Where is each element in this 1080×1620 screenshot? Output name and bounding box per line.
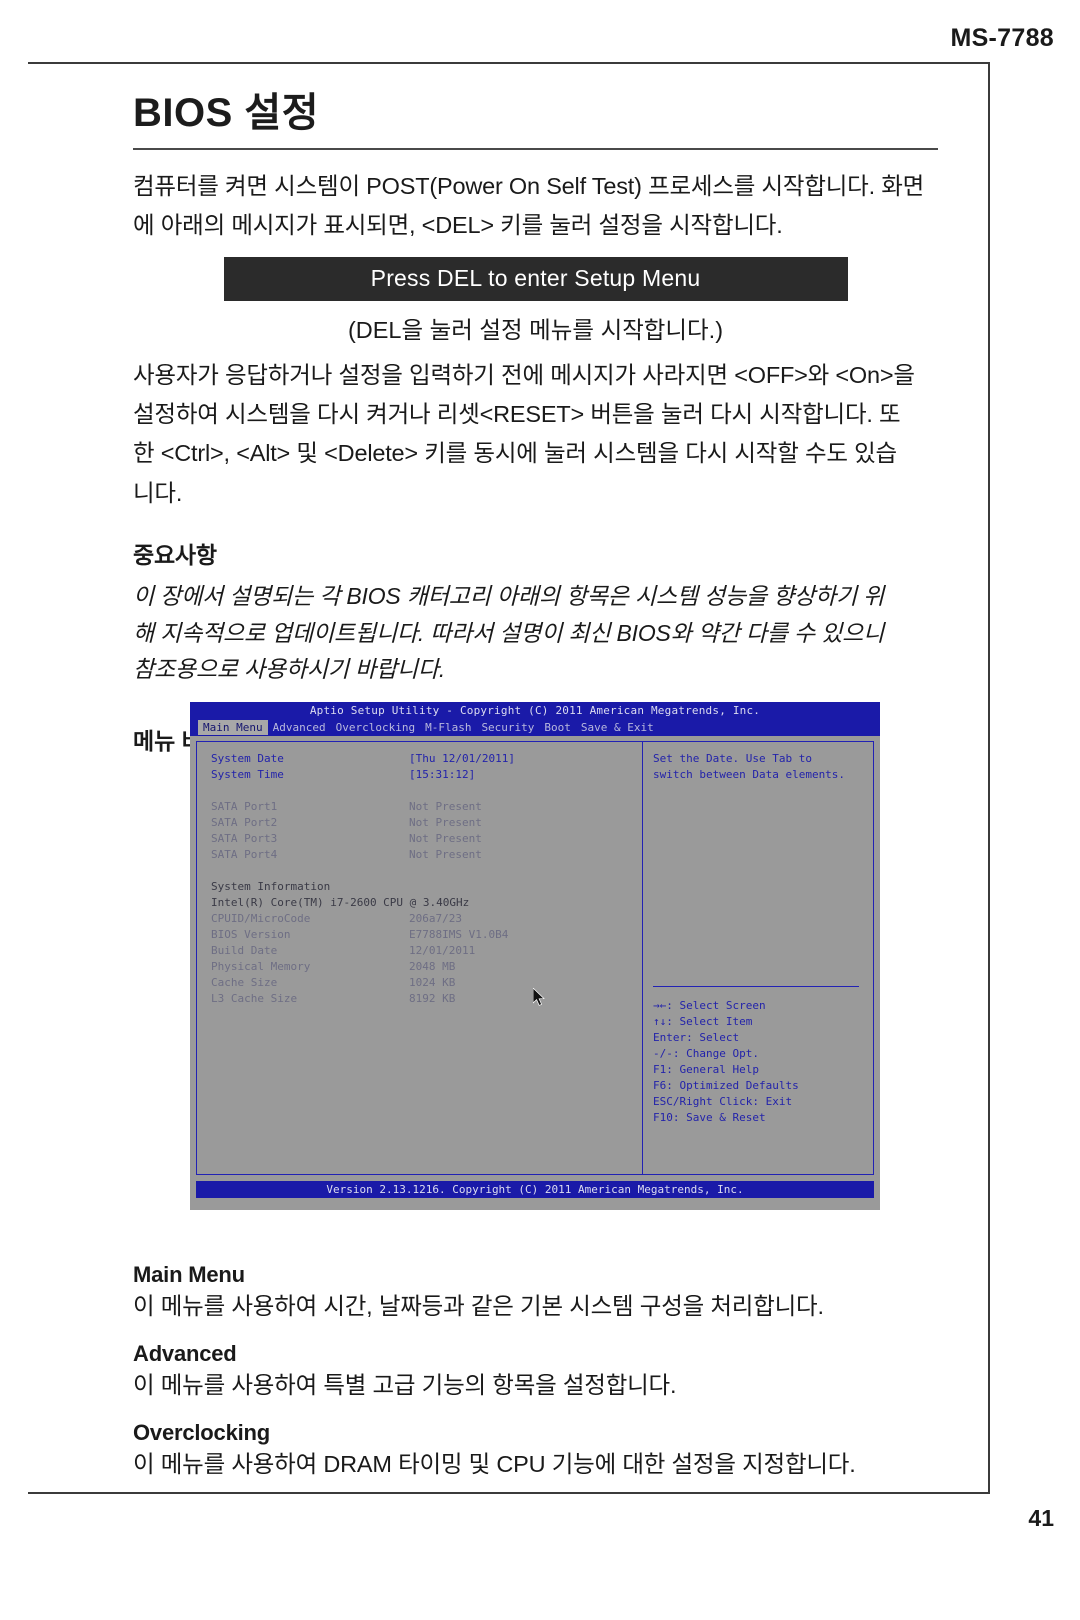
legend-optimized-defaults: F6: Optimized Defaults <box>653 1079 799 1092</box>
bios-version-value: E7788IMS V1.0B4 <box>409 928 509 941</box>
definition-heading-main-menu: Main Menu <box>133 1262 245 1287</box>
info-row-l3-cache-size: L3 Cache Size 8192 KB <box>211 991 642 1007</box>
legend-select-item: ↑↓: Select Item <box>653 1015 753 1028</box>
sata-port2-label: SATA Port2 <box>211 816 278 829</box>
system-date-value[interactable]: [Thu 12/01/2011] <box>409 751 515 767</box>
definition-main-menu: Main Menu 이 메뉴를 사용하여 시간, 날짜등과 같은 기본 시스템 … <box>133 1262 938 1323</box>
legend-separator <box>653 986 859 987</box>
system-time-value[interactable]: [15:31:12] <box>409 767 475 783</box>
header-rule <box>28 62 990 64</box>
legend-save-and-reset: F10: Save & Reset <box>653 1111 766 1124</box>
intro-paragraph-line-2: 에 아래의 메시지가 표시되면, <DEL> 키를 눌러 설정을 시작합니다. <box>133 212 783 239</box>
system-information-heading: System Information <box>211 880 331 893</box>
system-date-label: System Date <box>211 752 284 765</box>
sata-port3-value: Not Present <box>409 832 482 845</box>
info-row-cache-size: Cache Size 1024 KB <box>211 975 642 991</box>
sata-port1-label: SATA Port1 <box>211 800 278 813</box>
l3-cache-size-label: L3 Cache Size <box>211 992 298 1005</box>
help-text-line-2: switch between Data elements. <box>653 768 846 781</box>
legend-change-opt: -/-: Change Opt. <box>653 1047 759 1060</box>
info-row-build-date: Build Date 12/01/2011 <box>211 943 642 959</box>
sata-port1-value: Not Present <box>409 800 482 813</box>
definition-advanced: Advanced 이 메뉴를 사용하여 특별 고급 기능의 항목을 설정합니다. <box>133 1341 938 1402</box>
page-title: BIOS 설정 <box>133 91 320 135</box>
bios-panes: System Date [Thu 12/01/2011] System Time… <box>196 741 874 1175</box>
build-date-value: 12/01/2011 <box>409 944 476 957</box>
menu-definitions: Main Menu 이 메뉴를 사용하여 시간, 날짜등과 같은 기본 시스템 … <box>133 1262 938 1499</box>
tab-advanced[interactable]: Advanced <box>268 720 331 735</box>
bios-help-pane: Set the Date. Use Tab to switch between … <box>643 742 873 1174</box>
build-date-label: Build Date <box>211 944 278 957</box>
tab-m-flash[interactable]: M-Flash <box>420 720 476 735</box>
setting-row-sata-port1[interactable]: SATA Port1 Not Present <box>211 799 642 815</box>
physical-memory-label: Physical Memory <box>211 960 311 973</box>
important-note-line-3: 참조용으로 사용하시기 바랍니다. <box>133 656 446 683</box>
sata-port3-label: SATA Port3 <box>211 832 278 845</box>
setting-row-sata-port3[interactable]: SATA Port3 Not Present <box>211 831 642 847</box>
definition-heading-overclocking: Overclocking <box>133 1419 270 1445</box>
row-spacer-2 <box>211 863 642 879</box>
second-paragraph-line-3: 한 <Ctrl>, <Alt> 및 <Delete> 키를 동시에 눌러 시스템… <box>133 440 897 467</box>
cpuid-microcode-label: CPUID/MicroCode <box>211 912 311 925</box>
intro-paragraph-line-1: 컴퓨터를 켜면 시스템이 POST(Power On Self Test) 프로… <box>133 173 925 199</box>
row-spacer-1 <box>211 783 642 799</box>
important-heading: 중요사항 <box>133 542 217 569</box>
bios-version-label: BIOS Version <box>211 928 291 941</box>
tab-security[interactable]: Security <box>476 720 539 735</box>
sata-port4-value: Not Present <box>409 848 482 861</box>
info-row-bios-version: BIOS Version E7788IMS V1.0B4 <box>211 927 642 943</box>
help-text-line-1: Set the Date. Use Tab to <box>653 752 812 765</box>
important-note-line-2: 해 지속적으로 업데이트됩니다. 따라서 설명이 최신 BIOS와 약간 다를 … <box>133 619 885 646</box>
legend-general-help: F1: General Help <box>653 1063 759 1076</box>
definition-text-advanced: 이 메뉴를 사용하여 특별 고급 기능의 항목을 설정합니다. <box>133 1371 677 1398</box>
definition-overclocking: Overclocking 이 메뉴를 사용하여 DRAM 타이밍 및 CPU 기… <box>133 1420 938 1481</box>
second-paragraph-line-2: 설정하여 시스템을 다시 켜거나 리셋<RESET> 버튼을 눌러 다시 시작합… <box>133 401 901 428</box>
cpu-model-name: Intel(R) Core(TM) i7-2600 CPU @ 3.40GHz <box>211 896 470 909</box>
definition-text-main-menu: 이 메뉴를 사용하여 시간, 날짜등과 같은 기본 시스템 구성을 처리합니다. <box>133 1293 824 1319</box>
legend-select-screen: →←: Select Screen <box>653 999 766 1012</box>
cpuid-microcode-value: 206a7/23 <box>409 912 462 925</box>
definition-text-overclocking: 이 메뉴를 사용하여 DRAM 타이밍 및 CPU 기능에 대한 설정을 지정합… <box>133 1450 856 1477</box>
bios-screenshot-figure: Aptio Setup Utility - Copyright (C) 2011… <box>190 702 880 1210</box>
l3-cache-size-value: 8192 KB <box>409 992 456 1005</box>
bios-footer-bar: Version 2.13.1216. Copyright (C) 2011 Am… <box>196 1181 874 1198</box>
bios-title-bar: Aptio Setup Utility - Copyright (C) 2011… <box>190 702 880 719</box>
setting-row-system-date[interactable]: System Date [Thu 12/01/2011] <box>211 751 642 767</box>
right-margin-rule <box>988 62 990 1492</box>
tab-main-menu[interactable]: Main Menu <box>198 720 268 735</box>
sata-port4-label: SATA Port4 <box>211 848 278 861</box>
cache-size-value: 1024 KB <box>409 976 456 989</box>
bios-body: System Date [Thu 12/01/2011] System Time… <box>190 736 880 1210</box>
bios-key-legend: →←: Select Screen ↑↓: Select Item Enter:… <box>653 986 867 1126</box>
content-column: BIOS 설정 컴퓨터를 켜면 시스템이 POST(Power On Self … <box>133 92 938 756</box>
mouse-cursor-icon <box>533 988 545 1006</box>
physical-memory-value: 2048 MB <box>409 960 456 973</box>
legend-exit: ESC/Right Click: Exit <box>653 1095 793 1108</box>
page-number: 41 <box>1028 1505 1054 1531</box>
press-del-banner: Press DEL to enter Setup Menu <box>223 256 848 301</box>
setting-row-sata-port4[interactable]: SATA Port4 Not Present <box>211 847 642 863</box>
tab-save-and-exit[interactable]: Save & Exit <box>576 720 659 735</box>
system-time-label: System Time <box>211 768 284 781</box>
cache-size-label: Cache Size <box>211 976 278 989</box>
title-underline <box>133 148 938 150</box>
setting-row-sata-port2[interactable]: SATA Port2 Not Present <box>211 815 642 831</box>
press-del-caption: (DEL을 눌러 설정 메뉴를 시작합니다.) <box>347 316 724 343</box>
second-paragraph-line-4: 니다. <box>133 479 183 506</box>
model-number: MS-7788 <box>950 24 1054 52</box>
info-row-cpuid-microcode: CPUID/MicroCode 206a7/23 <box>211 911 642 927</box>
second-paragraph-line-1: 사용자가 응답하거나 설정을 입력하기 전에 메시지가 사라지면 <OFF>와 … <box>133 361 915 388</box>
tab-overclocking[interactable]: Overclocking <box>331 720 420 735</box>
important-note-line-1: 이 장에서 설명되는 각 BIOS 캐터고리 아래의 항목은 시스템 성능을 향… <box>133 583 885 610</box>
sata-port2-value: Not Present <box>409 816 482 829</box>
legend-enter-select: Enter: Select <box>653 1031 740 1044</box>
setting-row-system-time[interactable]: System Time [15:31:12] <box>211 767 642 783</box>
tab-boot[interactable]: Boot <box>539 720 576 735</box>
bios-menu-tabs: Main Menu Advanced Overclocking M-Flash … <box>190 719 880 736</box>
definition-heading-advanced: Advanced <box>133 1340 237 1366</box>
bios-settings-pane: System Date [Thu 12/01/2011] System Time… <box>197 742 643 1174</box>
info-row-physical-memory: Physical Memory 2048 MB <box>211 959 642 975</box>
